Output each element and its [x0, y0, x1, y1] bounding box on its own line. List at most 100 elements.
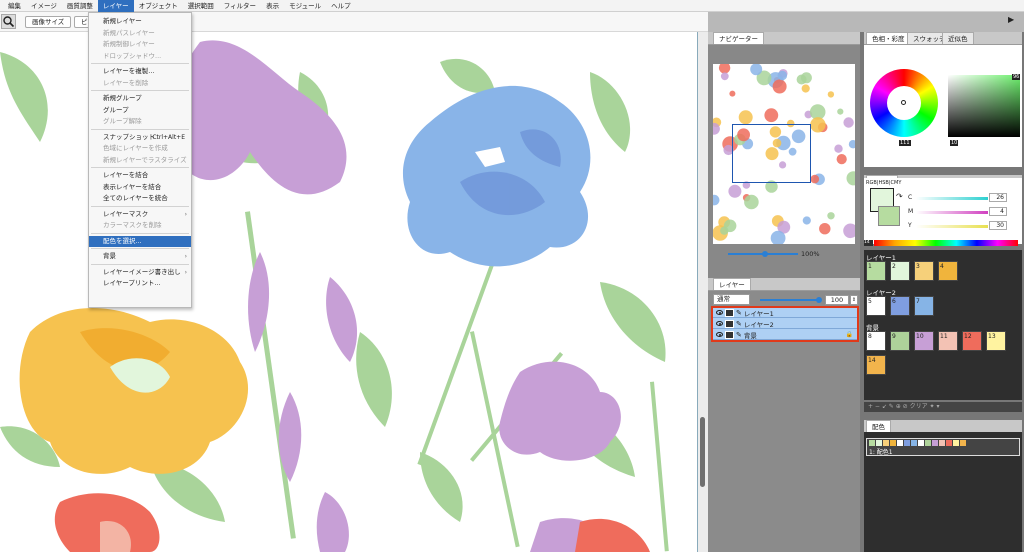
- wheel-label: 111: [899, 140, 911, 146]
- menu-item-label: 配色を選択...: [103, 236, 142, 245]
- opacity-spinner[interactable]: ⇕: [850, 295, 858, 305]
- navigator-pattern-dot: [834, 144, 843, 153]
- hue-value: 14: [864, 240, 873, 246]
- search-icon[interactable]: [1, 14, 16, 29]
- visibility-eye-icon[interactable]: [716, 310, 723, 315]
- lock-icon[interactable]: 🔒: [846, 331, 853, 338]
- menu-item-12[interactable]: レイヤーを結合: [89, 170, 191, 181]
- layer-row[interactable]: ✎ 背景 🔒: [713, 330, 857, 340]
- menu-item-label: レイヤーを複製...: [103, 67, 155, 75]
- zoom-knob[interactable]: [762, 251, 768, 257]
- swatch[interactable]: 8: [866, 331, 886, 351]
- swatch[interactable]: 5: [866, 296, 886, 316]
- layer-row[interactable]: ✎ レイヤー1: [713, 308, 857, 318]
- menu-2[interactable]: 画質調整: [62, 0, 98, 12]
- image-size-button[interactable]: 画像サイズ: [25, 16, 72, 28]
- channel-c-input[interactable]: 26: [989, 193, 1007, 202]
- menu-6[interactable]: フィルター: [219, 0, 261, 12]
- channel-m-slider[interactable]: [916, 211, 988, 214]
- swatch[interactable]: 14: [866, 355, 886, 375]
- navigator-preview[interactable]: [713, 64, 855, 244]
- menu-item-0[interactable]: 新規レイヤー: [89, 16, 191, 27]
- menu-item-15[interactable]: レイヤーマスク ›: [89, 209, 191, 220]
- opacity-slider[interactable]: [760, 299, 820, 301]
- swatch[interactable]: 6: [890, 296, 910, 316]
- swatch[interactable]: 11: [938, 331, 958, 351]
- menu-9[interactable]: ヘルプ: [326, 0, 356, 12]
- sq-label: 96: [1012, 74, 1021, 80]
- navigator-pattern-dot: [837, 108, 844, 115]
- channel-m-input[interactable]: 4: [989, 207, 1007, 216]
- opacity-knob[interactable]: [816, 297, 822, 303]
- menu-item-1: 新規パスレイヤー: [89, 28, 191, 39]
- swatch[interactable]: 9: [890, 331, 910, 351]
- menu-item-18[interactable]: 背景 ›: [89, 251, 191, 262]
- swap-icon[interactable]: ↷: [896, 192, 903, 201]
- navigator-pattern-dot: [836, 154, 847, 165]
- tab-color-2[interactable]: 近似色: [942, 32, 974, 44]
- menu-item-label: 全てのレイヤーを統合: [103, 194, 168, 202]
- canvas-scrollbar[interactable]: [698, 32, 708, 552]
- menu-1[interactable]: イメージ: [26, 0, 62, 12]
- navigator-pattern-dot: [723, 219, 737, 233]
- saturation-square[interactable]: [948, 75, 1020, 137]
- menu-item-4[interactable]: レイヤーを複製...: [89, 66, 191, 77]
- swatch[interactable]: 12: [962, 331, 982, 351]
- visibility-eye-icon[interactable]: [716, 321, 723, 326]
- menu-item-9[interactable]: スナップショット Ctrl+Alt+E: [89, 132, 191, 143]
- expand-arrow-icon[interactable]: ▶: [1008, 15, 1014, 24]
- menu-item-label: レイヤーマスク: [103, 209, 149, 218]
- menu-item-19[interactable]: レイヤーイメージ書き出し ›: [89, 267, 191, 278]
- menu-3[interactable]: レイヤー: [97, 0, 134, 12]
- navigator-pattern-dot: [738, 110, 753, 125]
- hue-bar[interactable]: [874, 240, 1018, 246]
- menu-item-20[interactable]: レイヤープリント...: [89, 278, 191, 289]
- navigator-pattern-dot: [720, 72, 729, 81]
- menu-item-label: グループ: [103, 105, 129, 114]
- tab-navigator[interactable]: ナビゲーター: [713, 32, 764, 44]
- color-mode[interactable]: RGB|HSB|CMY: [866, 180, 901, 186]
- menu-separator: [91, 248, 189, 249]
- swatch[interactable]: 1: [866, 261, 886, 281]
- channel-c-slider[interactable]: [916, 197, 988, 200]
- visibility-eye-icon[interactable]: [716, 332, 723, 337]
- navigator-pattern-dot: [848, 140, 855, 149]
- menu-bar: 編集 イメージ 画質調整 レイヤー オブジェクト 選択範囲 フィルター 表示 モジュール ヘルプ: [0, 0, 1024, 12]
- layer-thumbnail: [725, 330, 734, 339]
- layer-row[interactable]: ✎ レイヤー2: [713, 319, 857, 329]
- navigator-viewport-frame[interactable]: [732, 124, 811, 183]
- swatch[interactable]: 13: [986, 331, 1006, 351]
- menu-8[interactable]: モジュール: [284, 0, 326, 12]
- channel-y-input[interactable]: 30: [989, 221, 1007, 230]
- menu-item-13[interactable]: 表示レイヤーを結合: [89, 182, 191, 193]
- menu-item-label: レイヤーを削除: [103, 78, 149, 87]
- blend-mode-select[interactable]: 通常: [713, 294, 750, 305]
- navigator-pattern-dot: [810, 174, 820, 184]
- background-color[interactable]: [878, 206, 900, 226]
- layer-panel: レイヤー 通常 100 ⇕ ✎ レイヤー1 ✎ レイヤー2 ✎ 背景 🔒: [708, 278, 860, 552]
- swatch-clear[interactable]: クリア: [910, 403, 928, 410]
- channel-y-slider[interactable]: [916, 225, 988, 228]
- swatch[interactable]: 2: [890, 261, 910, 281]
- tab-color-0[interactable]: 色相・彩度: [866, 32, 911, 44]
- scroll-thumb[interactable]: [700, 417, 705, 487]
- menu-item-17[interactable]: 配色を選択...: [89, 235, 191, 247]
- swatch[interactable]: 4: [938, 261, 958, 281]
- menu-item-14[interactable]: 全てのレイヤーを統合: [89, 193, 191, 204]
- menu-item-label: スナップショット: [103, 132, 155, 141]
- menu-4[interactable]: オブジェクト: [134, 0, 183, 12]
- tab-layer[interactable]: レイヤー: [713, 278, 751, 290]
- menu-0[interactable]: 編集: [0, 0, 26, 12]
- menu-item-11: 新規レイヤーでラスタライズ: [89, 155, 191, 166]
- tab-palette[interactable]: 配色: [866, 420, 891, 432]
- menu-5[interactable]: 選択範囲: [183, 0, 219, 12]
- palette-item[interactable]: 1: 配色1: [866, 438, 1020, 456]
- opacity-input[interactable]: 100: [825, 295, 849, 305]
- swatch[interactable]: 10: [914, 331, 934, 351]
- swatch[interactable]: 3: [914, 261, 934, 281]
- menu-item-6[interactable]: 新規グループ: [89, 93, 191, 104]
- swatch[interactable]: 7: [914, 296, 934, 316]
- navigator-pattern-dot: [827, 212, 835, 220]
- menu-item-7[interactable]: グループ: [89, 105, 191, 116]
- menu-7[interactable]: 表示: [261, 0, 284, 12]
